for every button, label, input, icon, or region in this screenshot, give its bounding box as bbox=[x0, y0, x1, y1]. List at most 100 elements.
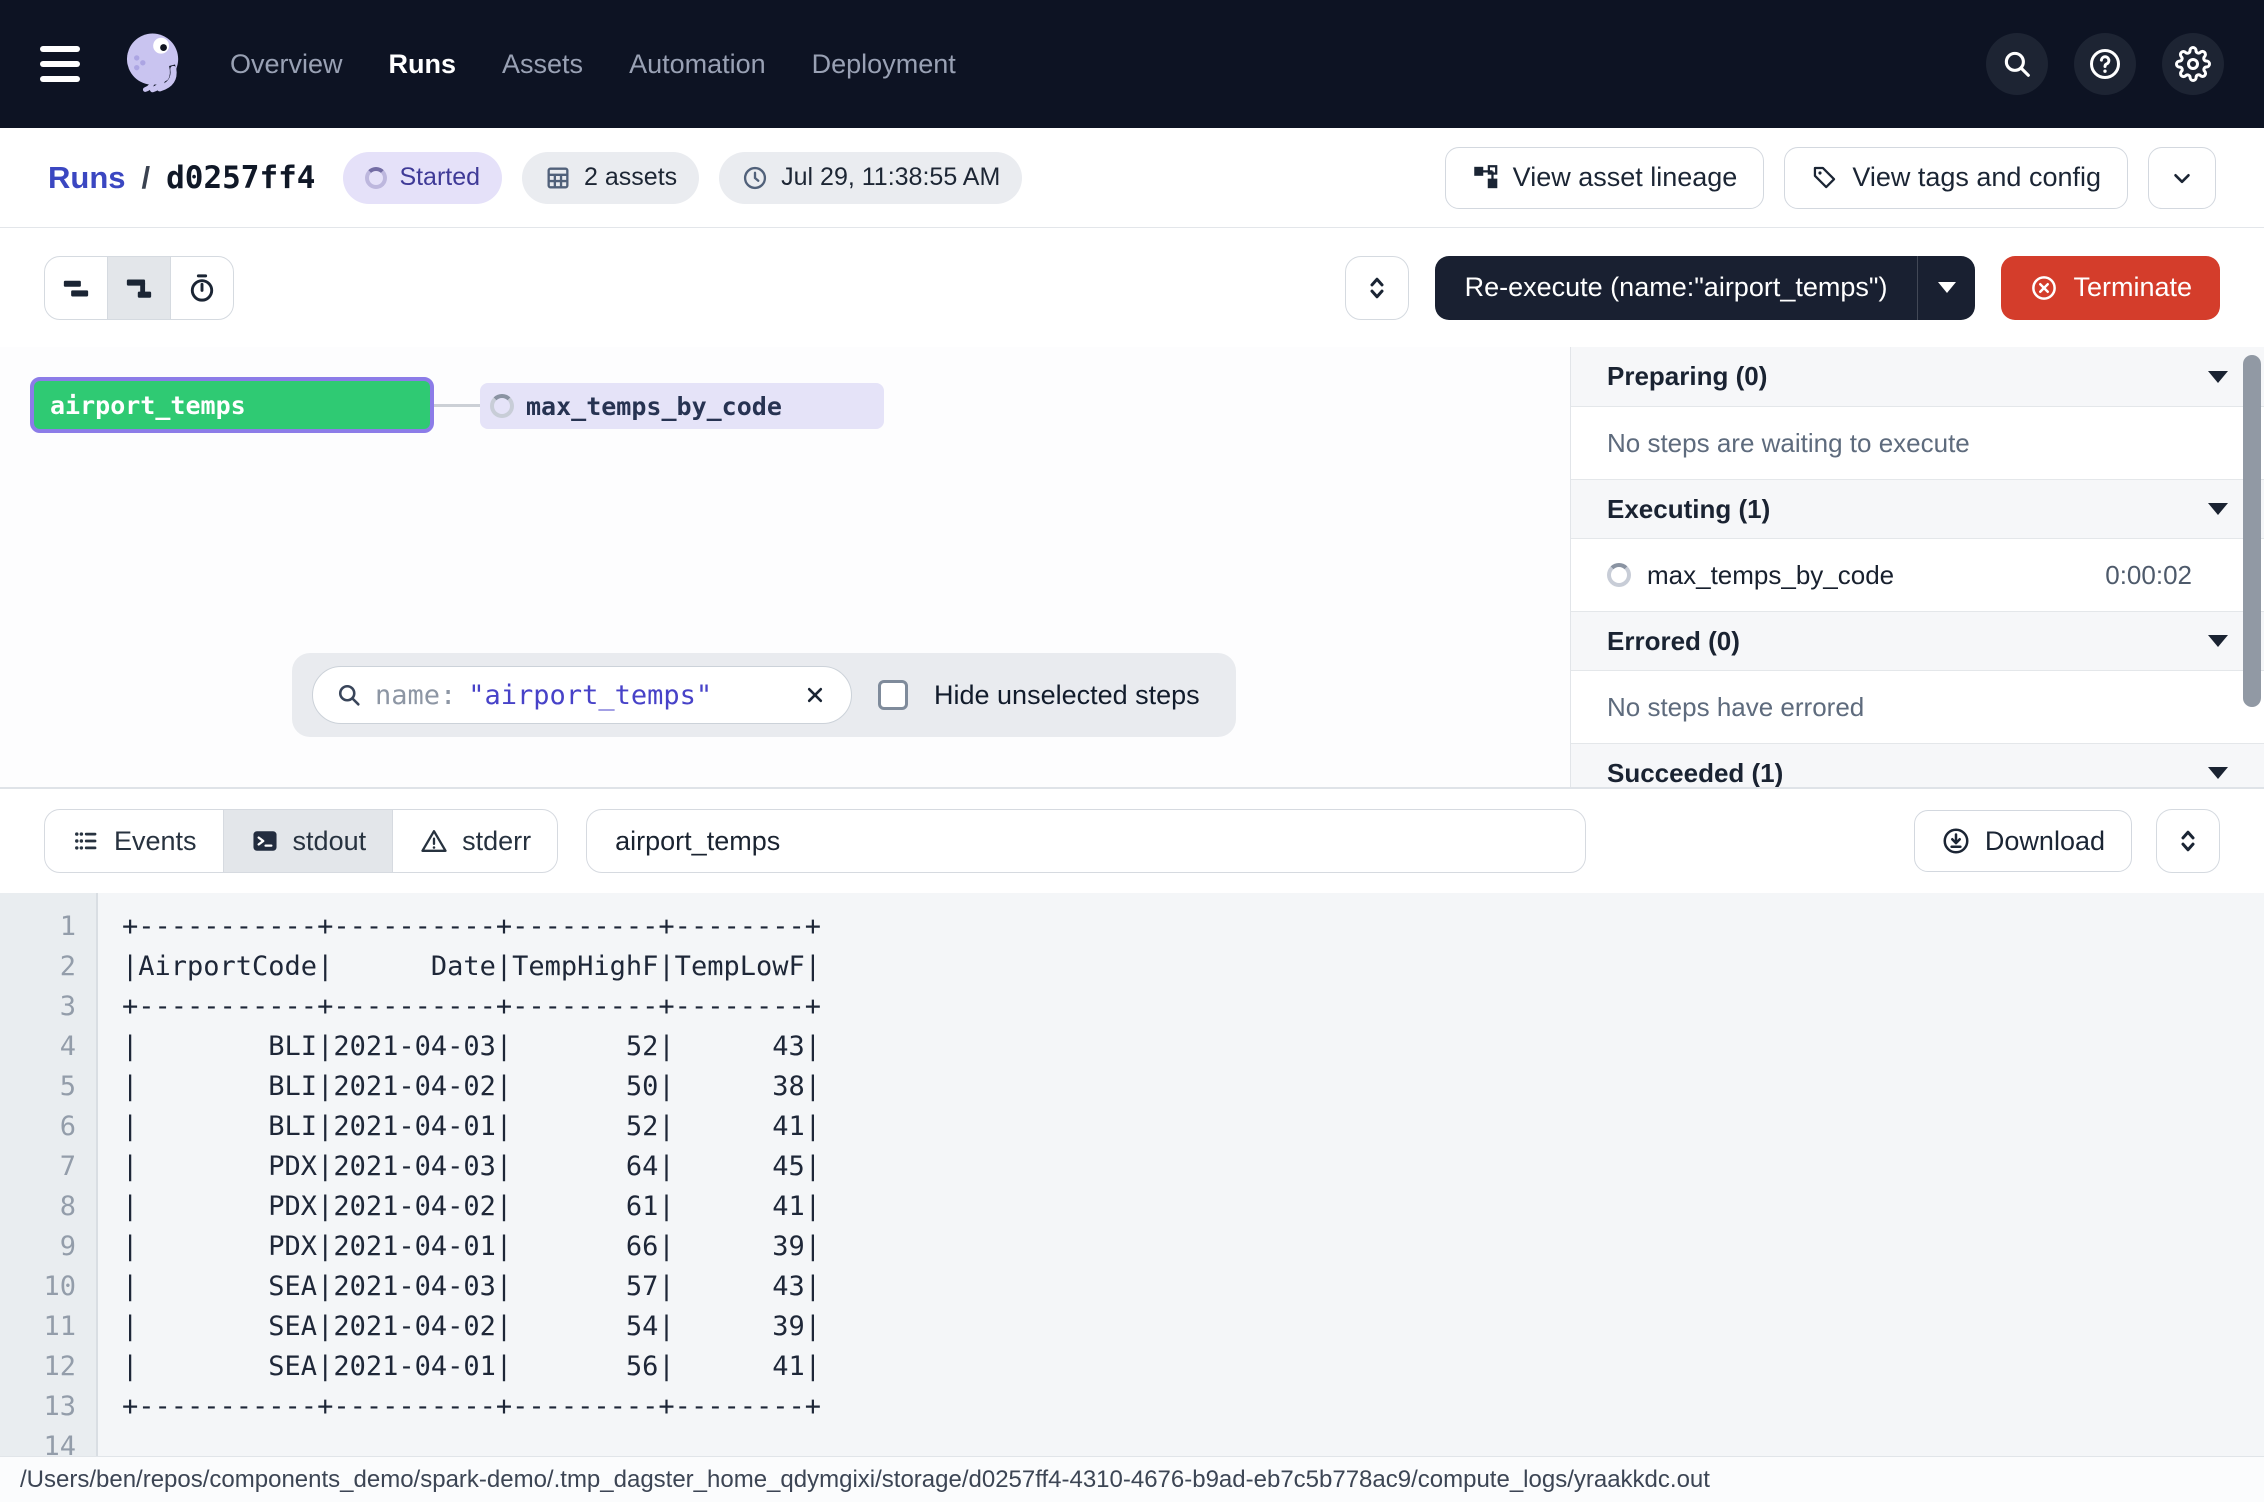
terminate-button[interactable]: Terminate bbox=[2001, 256, 2220, 320]
gantt-waterfall-view-button[interactable] bbox=[107, 256, 171, 320]
nav-item-runs[interactable]: Runs bbox=[389, 49, 457, 80]
nav-item-overview[interactable]: Overview bbox=[230, 49, 343, 80]
log-line-number: 4 bbox=[0, 1027, 96, 1067]
status-badge-label: Started bbox=[399, 163, 480, 192]
log-line-number: 9 bbox=[0, 1227, 96, 1267]
section-header-succeeded[interactable]: Succeeded (1) bbox=[1571, 743, 2264, 787]
settings-button[interactable] bbox=[2162, 33, 2224, 95]
log-lines: 1+-----------+----------+---------+-----… bbox=[0, 893, 2264, 1456]
log-line: 13+-----------+----------+---------+----… bbox=[0, 1387, 2264, 1427]
menu-button[interactable] bbox=[40, 46, 86, 82]
toolbar-actions: Re-execute (name:"airport_temps") Termin… bbox=[1345, 256, 2220, 320]
spinner-icon bbox=[490, 394, 514, 418]
log-line: 11| SEA|2021-04-02| 54| 39| bbox=[0, 1307, 2264, 1347]
close-icon bbox=[801, 681, 829, 709]
log-line-number: 1 bbox=[0, 907, 96, 947]
log-line-number: 14 bbox=[0, 1427, 96, 1456]
step-query-input[interactable]: name:"airport_temps" bbox=[312, 666, 852, 724]
run-header-actions: View asset lineage View tags and config bbox=[1445, 147, 2216, 209]
log-line-number: 13 bbox=[0, 1387, 96, 1427]
timer-view-button[interactable] bbox=[170, 256, 234, 320]
log-line-number: 6 bbox=[0, 1107, 96, 1147]
gantt-flat-view-button[interactable] bbox=[44, 256, 108, 320]
help-button[interactable] bbox=[2074, 33, 2136, 95]
more-actions-button[interactable] bbox=[2148, 147, 2216, 209]
logs-expander-button[interactable] bbox=[2156, 809, 2220, 873]
graph-edge bbox=[434, 404, 480, 407]
view-tags-config-button[interactable]: View tags and config bbox=[1784, 147, 2128, 209]
section-title: Preparing (0) bbox=[1607, 361, 1767, 392]
reexecute-dropdown-button[interactable] bbox=[1917, 256, 1975, 320]
query-prefix: name: bbox=[375, 680, 456, 711]
up-down-chevrons-icon bbox=[2173, 826, 2203, 856]
graph-node-airport-temps[interactable]: airport_temps bbox=[30, 377, 434, 433]
terminate-label: Terminate bbox=[2073, 272, 2192, 303]
search-button[interactable] bbox=[1986, 33, 2048, 95]
view-tags-config-label: View tags and config bbox=[1852, 162, 2101, 193]
log-line-text: | BLI|2021-04-01| 52| 41| bbox=[96, 1107, 821, 1147]
node-label: max_temps_by_code bbox=[526, 392, 782, 421]
gear-icon bbox=[2175, 46, 2211, 82]
log-line: 5| BLI|2021-04-02| 50| 38| bbox=[0, 1067, 2264, 1107]
zoom-expander-button[interactable] bbox=[1345, 256, 1409, 320]
section-header-executing[interactable]: Executing (1) bbox=[1571, 479, 2264, 539]
assets-badge[interactable]: 2 assets bbox=[522, 152, 699, 204]
chevron-down-icon bbox=[2208, 503, 2228, 515]
dagster-logo-icon bbox=[116, 25, 194, 103]
executing-step-row[interactable]: max_temps_by_code 0:00:02 bbox=[1571, 539, 2264, 611]
tab-label: Events bbox=[114, 826, 197, 857]
tab-stdout[interactable]: stdout bbox=[223, 809, 394, 873]
step-status-panel: Preparing (0) No steps are waiting to ex… bbox=[1570, 347, 2264, 787]
log-line-text: | PDX|2021-04-01| 66| 39| bbox=[96, 1227, 821, 1267]
cancel-circle-icon bbox=[2029, 273, 2059, 303]
tab-label: stderr bbox=[462, 826, 531, 857]
caret-down-icon bbox=[1938, 282, 1956, 293]
gantt-waterfall-icon bbox=[122, 271, 156, 305]
run-header: Runs / d0257ff4 Started 2 assets Jul 29 bbox=[0, 128, 2264, 228]
search-icon bbox=[335, 681, 363, 709]
hide-unselected-checkbox[interactable] bbox=[878, 680, 908, 710]
reexecute-split-button: Re-execute (name:"airport_temps") bbox=[1435, 256, 1976, 320]
tab-stderr[interactable]: stderr bbox=[392, 809, 558, 873]
top-nav: Overview Runs Assets Automation Deployme… bbox=[0, 0, 2264, 128]
log-line-number: 2 bbox=[0, 947, 96, 987]
nav-item-automation[interactable]: Automation bbox=[629, 49, 766, 80]
graph-node-max-temps-by-code[interactable]: max_temps_by_code bbox=[480, 383, 884, 429]
log-line-number: 5 bbox=[0, 1067, 96, 1107]
section-header-preparing[interactable]: Preparing (0) bbox=[1571, 347, 2264, 407]
section-title: Errored (0) bbox=[1607, 626, 1740, 657]
log-line: 2|AirportCode| Date|TempHighF|TempLowF| bbox=[0, 947, 2264, 987]
logs-toolbar: Events stdout stderr bbox=[0, 789, 2264, 893]
clear-query-button[interactable] bbox=[801, 681, 829, 709]
log-line-text: | PDX|2021-04-02| 61| 41| bbox=[96, 1187, 821, 1227]
view-asset-lineage-button[interactable]: View asset lineage bbox=[1445, 147, 1765, 209]
stdout-log-view[interactable]: 1+-----------+----------+---------+-----… bbox=[0, 893, 2264, 1456]
log-line-text: +-----------+----------+---------+------… bbox=[96, 987, 821, 1027]
preparing-empty-message: No steps are waiting to execute bbox=[1571, 407, 2264, 479]
nav-item-assets[interactable]: Assets bbox=[502, 49, 583, 80]
chevron-down-icon bbox=[2208, 767, 2228, 779]
gantt-graph-canvas[interactable]: airport_temps max_temps_by_code name:"ai… bbox=[0, 347, 1570, 787]
scrollbar-thumb[interactable] bbox=[2243, 355, 2261, 707]
download-button[interactable]: Download bbox=[1914, 810, 2132, 872]
tab-events[interactable]: Events bbox=[44, 809, 224, 873]
log-line-text: | SEA|2021-04-03| 57| 43| bbox=[96, 1267, 821, 1307]
chevron-down-icon bbox=[2208, 371, 2228, 383]
breadcrumb-runs-link[interactable]: Runs bbox=[48, 160, 126, 196]
breadcrumb-separator: / bbox=[142, 160, 151, 196]
log-line-text: |AirportCode| Date|TempHighF|TempLowF| bbox=[96, 947, 821, 987]
reexecute-button[interactable]: Re-execute (name:"airport_temps") bbox=[1435, 256, 1918, 320]
log-step-filter-input[interactable] bbox=[586, 809, 1586, 873]
log-line: 12| SEA|2021-04-01| 56| 41| bbox=[0, 1347, 2264, 1387]
log-line-text: | BLI|2021-04-02| 50| 38| bbox=[96, 1067, 821, 1107]
log-line-number: 8 bbox=[0, 1187, 96, 1227]
nav-item-deployment[interactable]: Deployment bbox=[812, 49, 956, 80]
logs-actions: Download bbox=[1914, 809, 2220, 873]
stopwatch-icon bbox=[185, 271, 219, 305]
terminal-icon bbox=[250, 826, 280, 856]
table-grid-icon bbox=[544, 164, 572, 192]
gantt-flat-icon bbox=[59, 271, 93, 305]
status-badge[interactable]: Started bbox=[343, 152, 502, 204]
section-header-errored[interactable]: Errored (0) bbox=[1571, 611, 2264, 671]
log-line-text: | BLI|2021-04-03| 52| 43| bbox=[96, 1027, 821, 1067]
